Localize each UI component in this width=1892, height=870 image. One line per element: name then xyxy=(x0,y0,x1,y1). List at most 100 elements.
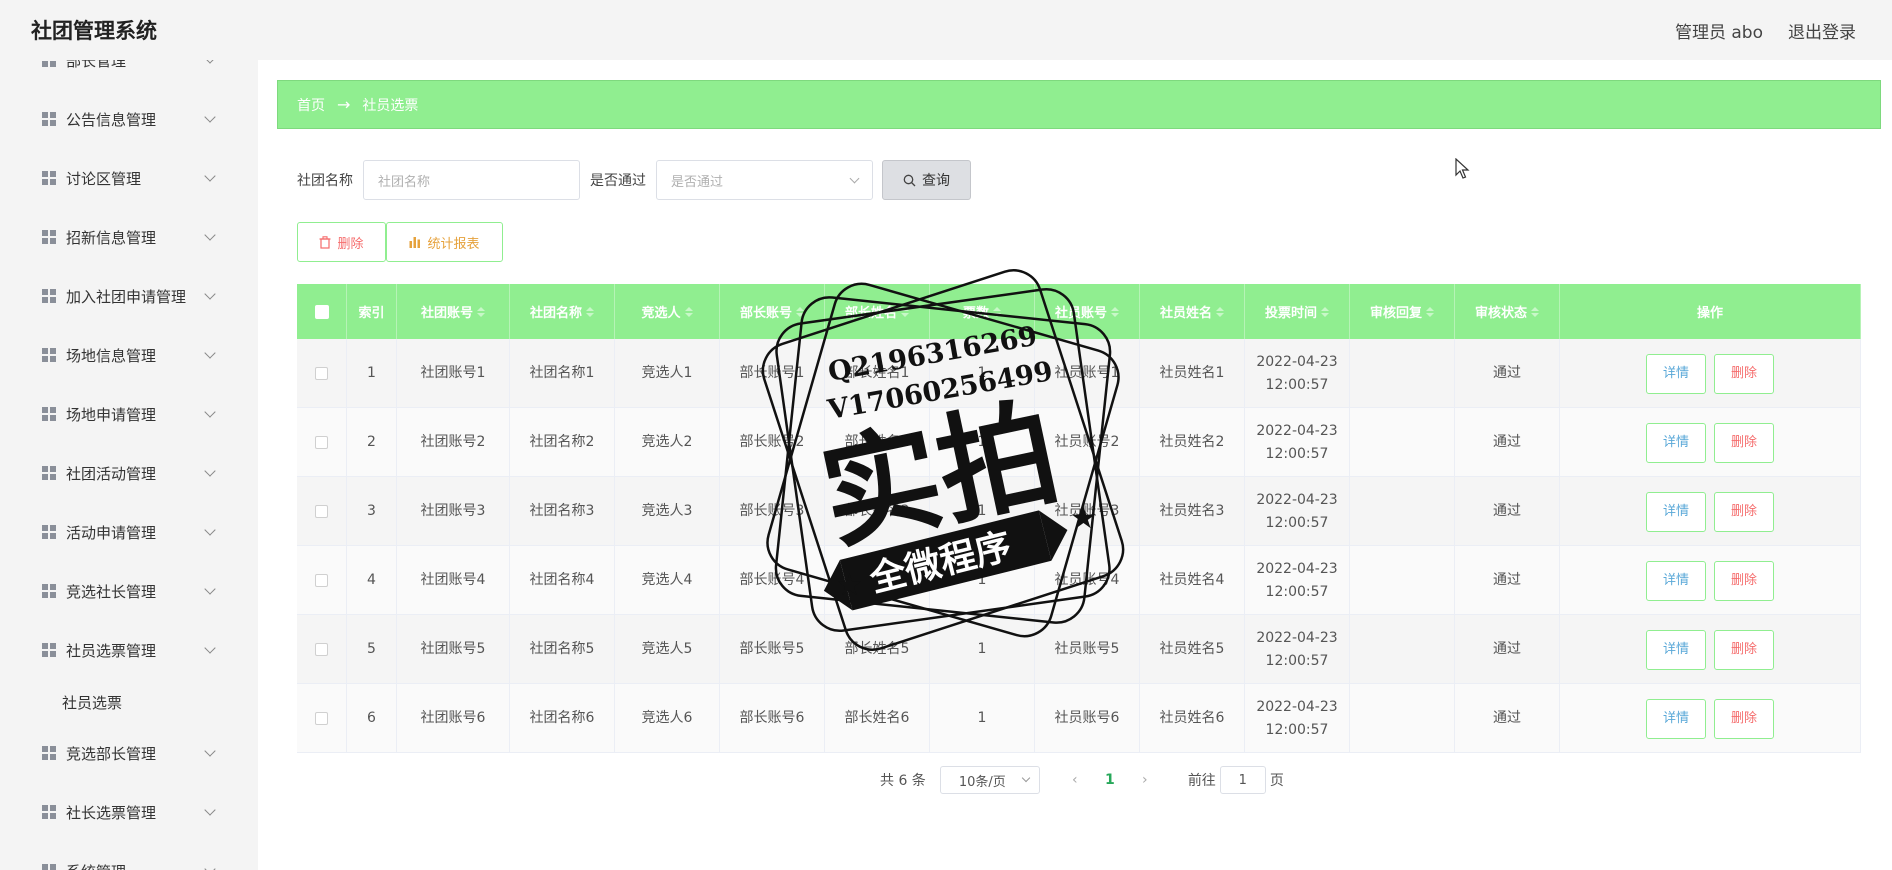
column-header[interactable]: 投票时间 xyxy=(1245,284,1350,339)
table-cell-mem-acct: 社员账号3 xyxy=(1035,477,1140,546)
table-cell-candidate: 竞选人1 xyxy=(615,339,720,408)
row-delete-button[interactable]: 删除 xyxy=(1714,491,1774,532)
vote-date: 2022-04-23 xyxy=(1256,491,1338,508)
query-button[interactable]: 查询 xyxy=(882,160,971,200)
table-cell-mem-name: 社员姓名6 xyxy=(1140,684,1245,753)
row-checkbox[interactable] xyxy=(315,643,328,656)
table-cell-mem-name: 社员姓名1 xyxy=(1140,339,1245,408)
page-size-select[interactable]: 10条/页 xyxy=(939,766,1040,794)
detail-button[interactable]: 详情 xyxy=(1646,560,1706,601)
chevron-down-icon xyxy=(204,347,216,359)
detail-button[interactable]: 详情 xyxy=(1646,629,1706,670)
column-header-label: 竞选人 xyxy=(641,306,681,321)
sidebar-item[interactable]: 招新信息管理 xyxy=(0,217,258,257)
column-header[interactable]: 社员账号 xyxy=(1035,284,1140,339)
sort-caret-icon[interactable] xyxy=(993,306,1001,317)
row-delete-button[interactable]: 删除 xyxy=(1714,422,1774,463)
bar-chart-icon xyxy=(409,237,421,248)
sidebar-item[interactable]: 部长管理 xyxy=(0,60,258,80)
sidebar-subitem-member-votes[interactable]: 社员选票 xyxy=(62,692,122,713)
column-header[interactable]: 索引 xyxy=(347,284,397,339)
row-delete-button[interactable]: 删除 xyxy=(1714,629,1774,670)
table-cell-votes: 1 xyxy=(930,477,1035,546)
column-header[interactable]: 审核状态 xyxy=(1455,284,1560,339)
sort-caret-icon[interactable] xyxy=(1216,306,1224,317)
logout-link[interactable]: 退出登录 xyxy=(1788,18,1856,43)
sidebar-item[interactable]: 社员选票管理 xyxy=(0,630,258,670)
table-cell-status: 通过 xyxy=(1455,339,1560,408)
sort-caret-icon[interactable] xyxy=(901,306,909,317)
sidebar-item[interactable]: 场地申请管理 xyxy=(0,394,258,434)
detail-button[interactable]: 详情 xyxy=(1646,353,1706,394)
sidebar-item[interactable]: 活动申请管理 xyxy=(0,512,258,552)
row-checkbox[interactable] xyxy=(315,436,328,449)
chevron-down-icon xyxy=(204,863,216,870)
sidebar-item[interactable]: 加入社团申请管理 xyxy=(0,276,258,316)
sort-caret-icon[interactable] xyxy=(1426,306,1434,317)
vote-clock: 12:00:57 xyxy=(1265,514,1329,531)
sidebar-item[interactable]: 竞选部长管理 xyxy=(0,733,258,773)
column-header[interactable]: 社团名称 xyxy=(510,284,615,339)
goto-page-input[interactable]: 1 xyxy=(1219,766,1266,794)
page-number[interactable]: 1 xyxy=(1090,772,1130,788)
sort-caret-icon[interactable] xyxy=(1111,306,1119,317)
column-header[interactable]: 社员姓名 xyxy=(1140,284,1245,339)
stats-report-button[interactable]: 统计报表 xyxy=(386,222,503,262)
sort-caret-icon[interactable] xyxy=(684,306,693,317)
prev-page-icon[interactable]: ‹ xyxy=(1060,772,1090,788)
row-checkbox[interactable] xyxy=(315,574,328,587)
column-header[interactable]: 竞选人 xyxy=(615,284,720,339)
detail-button[interactable]: 详情 xyxy=(1646,491,1706,532)
row-actions-cell: 详情 删除 xyxy=(1560,684,1861,753)
sidebar-item[interactable]: 竞选社长管理 xyxy=(0,571,258,611)
table-cell-mem-acct: 社员账号2 xyxy=(1035,408,1140,477)
club-name-input[interactable]: 社团名称 xyxy=(363,160,580,200)
sidebar-item[interactable]: 社团活动管理 xyxy=(0,453,258,493)
sort-caret-icon[interactable] xyxy=(477,306,485,317)
column-header[interactable]: 票数 xyxy=(930,284,1035,339)
row-checkbox[interactable] xyxy=(315,712,328,725)
table-cell-min-acct: 部长账号6 xyxy=(720,684,825,753)
sort-caret-icon[interactable] xyxy=(1531,306,1539,317)
row-delete-button[interactable]: 删除 xyxy=(1714,560,1774,601)
sort-caret-icon[interactable] xyxy=(586,306,594,317)
next-page-icon[interactable]: › xyxy=(1130,772,1160,788)
row-checkbox[interactable] xyxy=(315,505,328,518)
column-header[interactable]: 部长账号 xyxy=(720,284,825,339)
sidebar-item[interactable]: 公告信息管理 xyxy=(0,99,258,139)
sort-caret-icon[interactable] xyxy=(1321,306,1329,317)
column-header[interactable]: 审核回复 xyxy=(1350,284,1455,339)
chevron-down-icon xyxy=(204,170,216,182)
column-header-label: 审核状态 xyxy=(1474,306,1527,321)
table-cell-club-name: 社团名称4 xyxy=(510,546,615,615)
sidebar-item-label: 招新信息管理 xyxy=(66,228,157,247)
column-header[interactable]: 部长姓名 xyxy=(825,284,930,339)
sidebar-item[interactable]: 场地信息管理 xyxy=(0,335,258,375)
column-header-label: 部长账号 xyxy=(739,306,792,321)
chevron-down-icon xyxy=(204,406,216,418)
column-header[interactable]: 操作 xyxy=(1560,284,1861,339)
row-checkbox[interactable] xyxy=(315,367,328,380)
passed-select[interactable]: 是否通过 xyxy=(656,160,873,200)
detail-button[interactable]: 详情 xyxy=(1646,698,1706,739)
sort-caret-icon[interactable] xyxy=(796,306,804,317)
row-delete-button[interactable]: 删除 xyxy=(1714,698,1774,739)
goto-page: 前往 1 页 xyxy=(1188,766,1284,794)
breadcrumb-home[interactable]: 首页 xyxy=(297,95,325,115)
detail-button[interactable]: 详情 xyxy=(1646,422,1706,463)
vote-time-cell: 2022-04-23 12:00:57 xyxy=(1245,339,1350,408)
row-delete-button[interactable]: 删除 xyxy=(1714,353,1774,394)
chevron-down-icon xyxy=(204,642,216,654)
bulb-icon xyxy=(42,289,56,303)
sidebar-item[interactable]: 讨论区管理 xyxy=(0,158,258,198)
select-all-checkbox[interactable] xyxy=(314,304,329,319)
table-cell-status: 通过 xyxy=(1455,546,1560,615)
row-actions-cell: 详情 删除 xyxy=(1560,408,1861,477)
sidebar-item[interactable]: 社长选票管理 xyxy=(0,792,258,832)
sidebar-item[interactable]: 系统管理 xyxy=(0,851,258,870)
table-cell-candidate: 竞选人2 xyxy=(615,408,720,477)
admin-user-label[interactable]: 管理员 abo xyxy=(1675,18,1763,43)
column-header[interactable]: 社团账号 xyxy=(397,284,510,339)
batch-delete-button[interactable]: 删除 xyxy=(297,222,386,262)
clipboard-icon xyxy=(42,525,56,539)
